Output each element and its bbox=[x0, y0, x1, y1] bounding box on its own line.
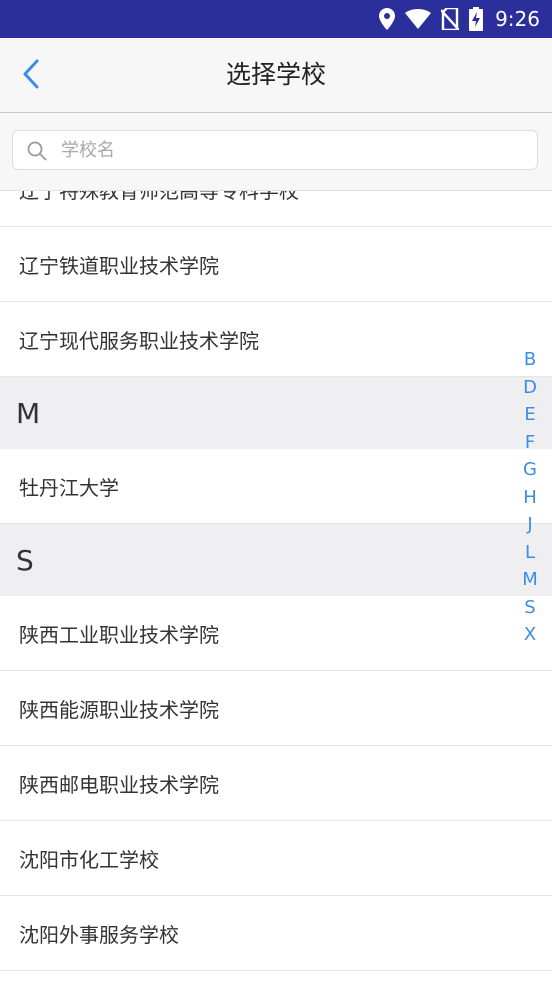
search-bar bbox=[0, 113, 552, 191]
school-item[interactable]: 辽宁铁道职业技术学院 bbox=[0, 227, 552, 302]
back-button[interactable] bbox=[12, 52, 52, 96]
school-item[interactable]: 陕西能源职业技术学院 bbox=[0, 671, 552, 746]
search-input[interactable] bbox=[61, 131, 521, 169]
search-icon bbox=[27, 141, 47, 161]
section-header-m: M bbox=[0, 377, 552, 449]
location-icon bbox=[379, 8, 396, 30]
index-letter-j[interactable]: J bbox=[527, 511, 532, 539]
page-title: 选择学校 bbox=[225, 60, 326, 89]
wifi-icon bbox=[405, 9, 432, 29]
search-box[interactable] bbox=[12, 130, 538, 170]
status-bar: 9:26 bbox=[0, 0, 552, 38]
app-header: 选择学校 bbox=[0, 38, 552, 113]
index-letter-g[interactable]: G bbox=[523, 456, 537, 484]
index-letter-e[interactable]: E bbox=[524, 401, 535, 429]
school-item[interactable]: 沈阳外事服务学校 bbox=[0, 896, 552, 971]
index-letter-l[interactable]: L bbox=[525, 539, 535, 567]
status-icons: 9:26 bbox=[379, 0, 540, 38]
no-sim-icon bbox=[441, 8, 460, 30]
school-item[interactable]: 陕西邮电职业技术学院 bbox=[0, 746, 552, 821]
status-time: 9:26 bbox=[495, 7, 540, 31]
index-letter-b[interactable]: B bbox=[524, 346, 536, 374]
index-letter-f[interactable]: F bbox=[525, 429, 535, 457]
school-item[interactable]: 沈阳市化工学校 bbox=[0, 821, 552, 896]
index-letter-m[interactable]: M bbox=[522, 566, 538, 594]
battery-charging-icon bbox=[469, 7, 484, 31]
school-list: 辽宁特殊教育师范高等专科学校 辽宁铁道职业技术学院 辽宁现代服务职业技术学院 M… bbox=[0, 191, 552, 981]
alphabet-index-bar: B D E F G H J L M S X bbox=[516, 346, 544, 649]
school-item[interactable]: 辽宁现代服务职业技术学院 bbox=[0, 302, 552, 377]
index-letter-s[interactable]: S bbox=[524, 594, 535, 622]
index-letter-x[interactable]: X bbox=[524, 621, 536, 649]
school-item[interactable]: 辽宁特殊教育师范高等专科学校 bbox=[0, 191, 552, 227]
index-letter-h[interactable]: H bbox=[523, 484, 537, 512]
chevron-left-icon bbox=[23, 59, 39, 89]
school-item[interactable]: 陕西工业职业技术学院 bbox=[0, 596, 552, 671]
school-item[interactable]: 牡丹江大学 bbox=[0, 449, 552, 524]
section-header-s: S bbox=[0, 524, 552, 596]
index-letter-d[interactable]: D bbox=[523, 374, 537, 402]
